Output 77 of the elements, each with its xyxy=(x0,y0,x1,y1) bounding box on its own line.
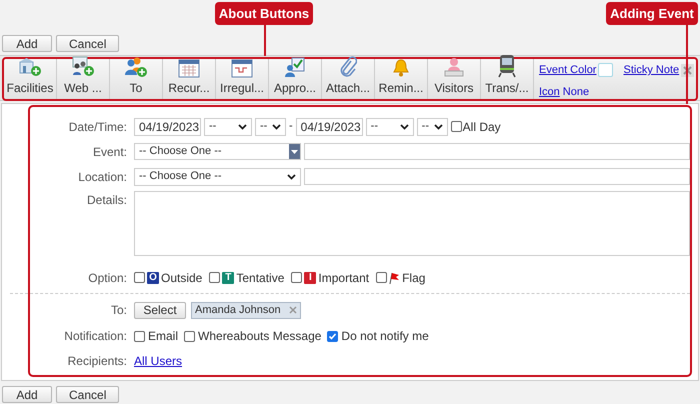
calendar-icon xyxy=(178,58,200,78)
person-checklist-icon xyxy=(284,56,306,78)
checkbox-label: Whereabouts Message xyxy=(198,328,322,345)
checkbox-label: Do not notify me xyxy=(341,328,429,345)
chevron-down-icon xyxy=(287,174,296,180)
sticky-note-link[interactable]: Sticky Note xyxy=(623,62,680,78)
field-label: Recipients: xyxy=(68,354,127,368)
field-label: Option: xyxy=(88,270,127,284)
toolbar-button[interactable]: Web ... xyxy=(57,59,110,99)
chevron-down-icon xyxy=(238,124,247,130)
option-badge: I xyxy=(304,272,316,284)
dropdown[interactable]: -- Choose One -- xyxy=(134,168,301,186)
toolbar-button[interactable]: Appro... xyxy=(269,59,322,99)
checkbox[interactable] xyxy=(184,330,196,342)
icon-value: None xyxy=(562,84,590,100)
checkbox-label: Email xyxy=(148,328,178,345)
form-button[interactable]: Cancel xyxy=(56,35,120,52)
person-add-icon xyxy=(124,56,148,78)
icon-link[interactable]: Icon xyxy=(539,84,560,100)
checkbox-label: Outside xyxy=(161,270,202,286)
checkbox-label: All Day xyxy=(462,118,501,136)
event-color-link[interactable]: Event Color xyxy=(539,62,596,78)
date-field[interactable]: 04/19/2023 xyxy=(134,118,201,136)
building-add-icon xyxy=(18,56,42,78)
checkbox[interactable] xyxy=(327,330,338,342)
checkbox-label: Important xyxy=(318,270,370,286)
event-title-field[interactable] xyxy=(304,143,690,160)
train-icon xyxy=(497,54,517,78)
form-button[interactable]: Cancel xyxy=(56,386,120,403)
checkbox[interactable] xyxy=(291,272,302,283)
date-field[interactable]: 04/19/2023 xyxy=(296,118,363,136)
toolbar-button[interactable]: Facilities xyxy=(4,59,57,99)
checkbox[interactable] xyxy=(134,330,145,342)
calendar-icon xyxy=(231,58,253,78)
chevron-down-icon xyxy=(434,124,443,130)
option-badge: O xyxy=(147,272,159,284)
dropdown[interactable]: -- xyxy=(204,118,252,136)
toolbar-button[interactable]: Attach... xyxy=(322,59,375,99)
dropdown[interactable]: -- xyxy=(366,118,414,136)
color-swatch[interactable] xyxy=(598,63,614,78)
toolbar-button[interactable]: Visitors xyxy=(428,59,481,99)
field-label: Location: xyxy=(78,170,127,184)
field-label: Details: xyxy=(86,193,127,207)
checkbox[interactable] xyxy=(376,272,388,283)
toolbar-button[interactable]: Remin... xyxy=(375,59,428,99)
recipients-link[interactable]: All Users xyxy=(134,352,182,370)
field-label: Notification: xyxy=(64,329,127,343)
toolbar-button[interactable]: Irregul... xyxy=(216,59,269,99)
dropdown[interactable]: -- xyxy=(416,118,448,136)
checkbox-label: Tentative xyxy=(236,270,284,286)
field-label: Event: xyxy=(92,144,127,158)
option-badge: T xyxy=(222,272,234,284)
checkbox-label: Flag xyxy=(402,270,426,286)
checkbox[interactable] xyxy=(134,272,145,283)
toolbar-button[interactable]: To xyxy=(110,59,163,99)
field-label: Date/Time: xyxy=(68,120,127,134)
checkbox[interactable] xyxy=(209,272,220,283)
select-button[interactable]: Select xyxy=(134,302,186,318)
range-separator: - xyxy=(289,119,293,134)
paperclip-icon xyxy=(339,56,357,78)
flag-icon xyxy=(389,272,400,284)
chevron-down-icon xyxy=(272,124,281,130)
callout-label: Adding Event xyxy=(606,2,698,25)
checkbox[interactable] xyxy=(450,121,462,132)
dropdown[interactable]: -- Choose One -- xyxy=(134,143,301,160)
attendee-chip[interactable]: Amanda Johnson xyxy=(191,302,301,318)
callout-label: About Buttons xyxy=(215,2,313,25)
bell-icon xyxy=(392,58,410,78)
toolbar-button[interactable]: Recur... xyxy=(163,59,216,99)
dropdown[interactable]: -- xyxy=(255,118,286,136)
location-field[interactable] xyxy=(304,168,690,185)
chevron-down-icon xyxy=(400,124,409,130)
form-button[interactable]: Add xyxy=(2,386,52,403)
caret-down-icon xyxy=(291,150,298,154)
toolbar-button[interactable]: Trans/... xyxy=(481,59,534,99)
form-button[interactable]: Add xyxy=(2,35,52,52)
field-label: To: xyxy=(110,303,127,317)
